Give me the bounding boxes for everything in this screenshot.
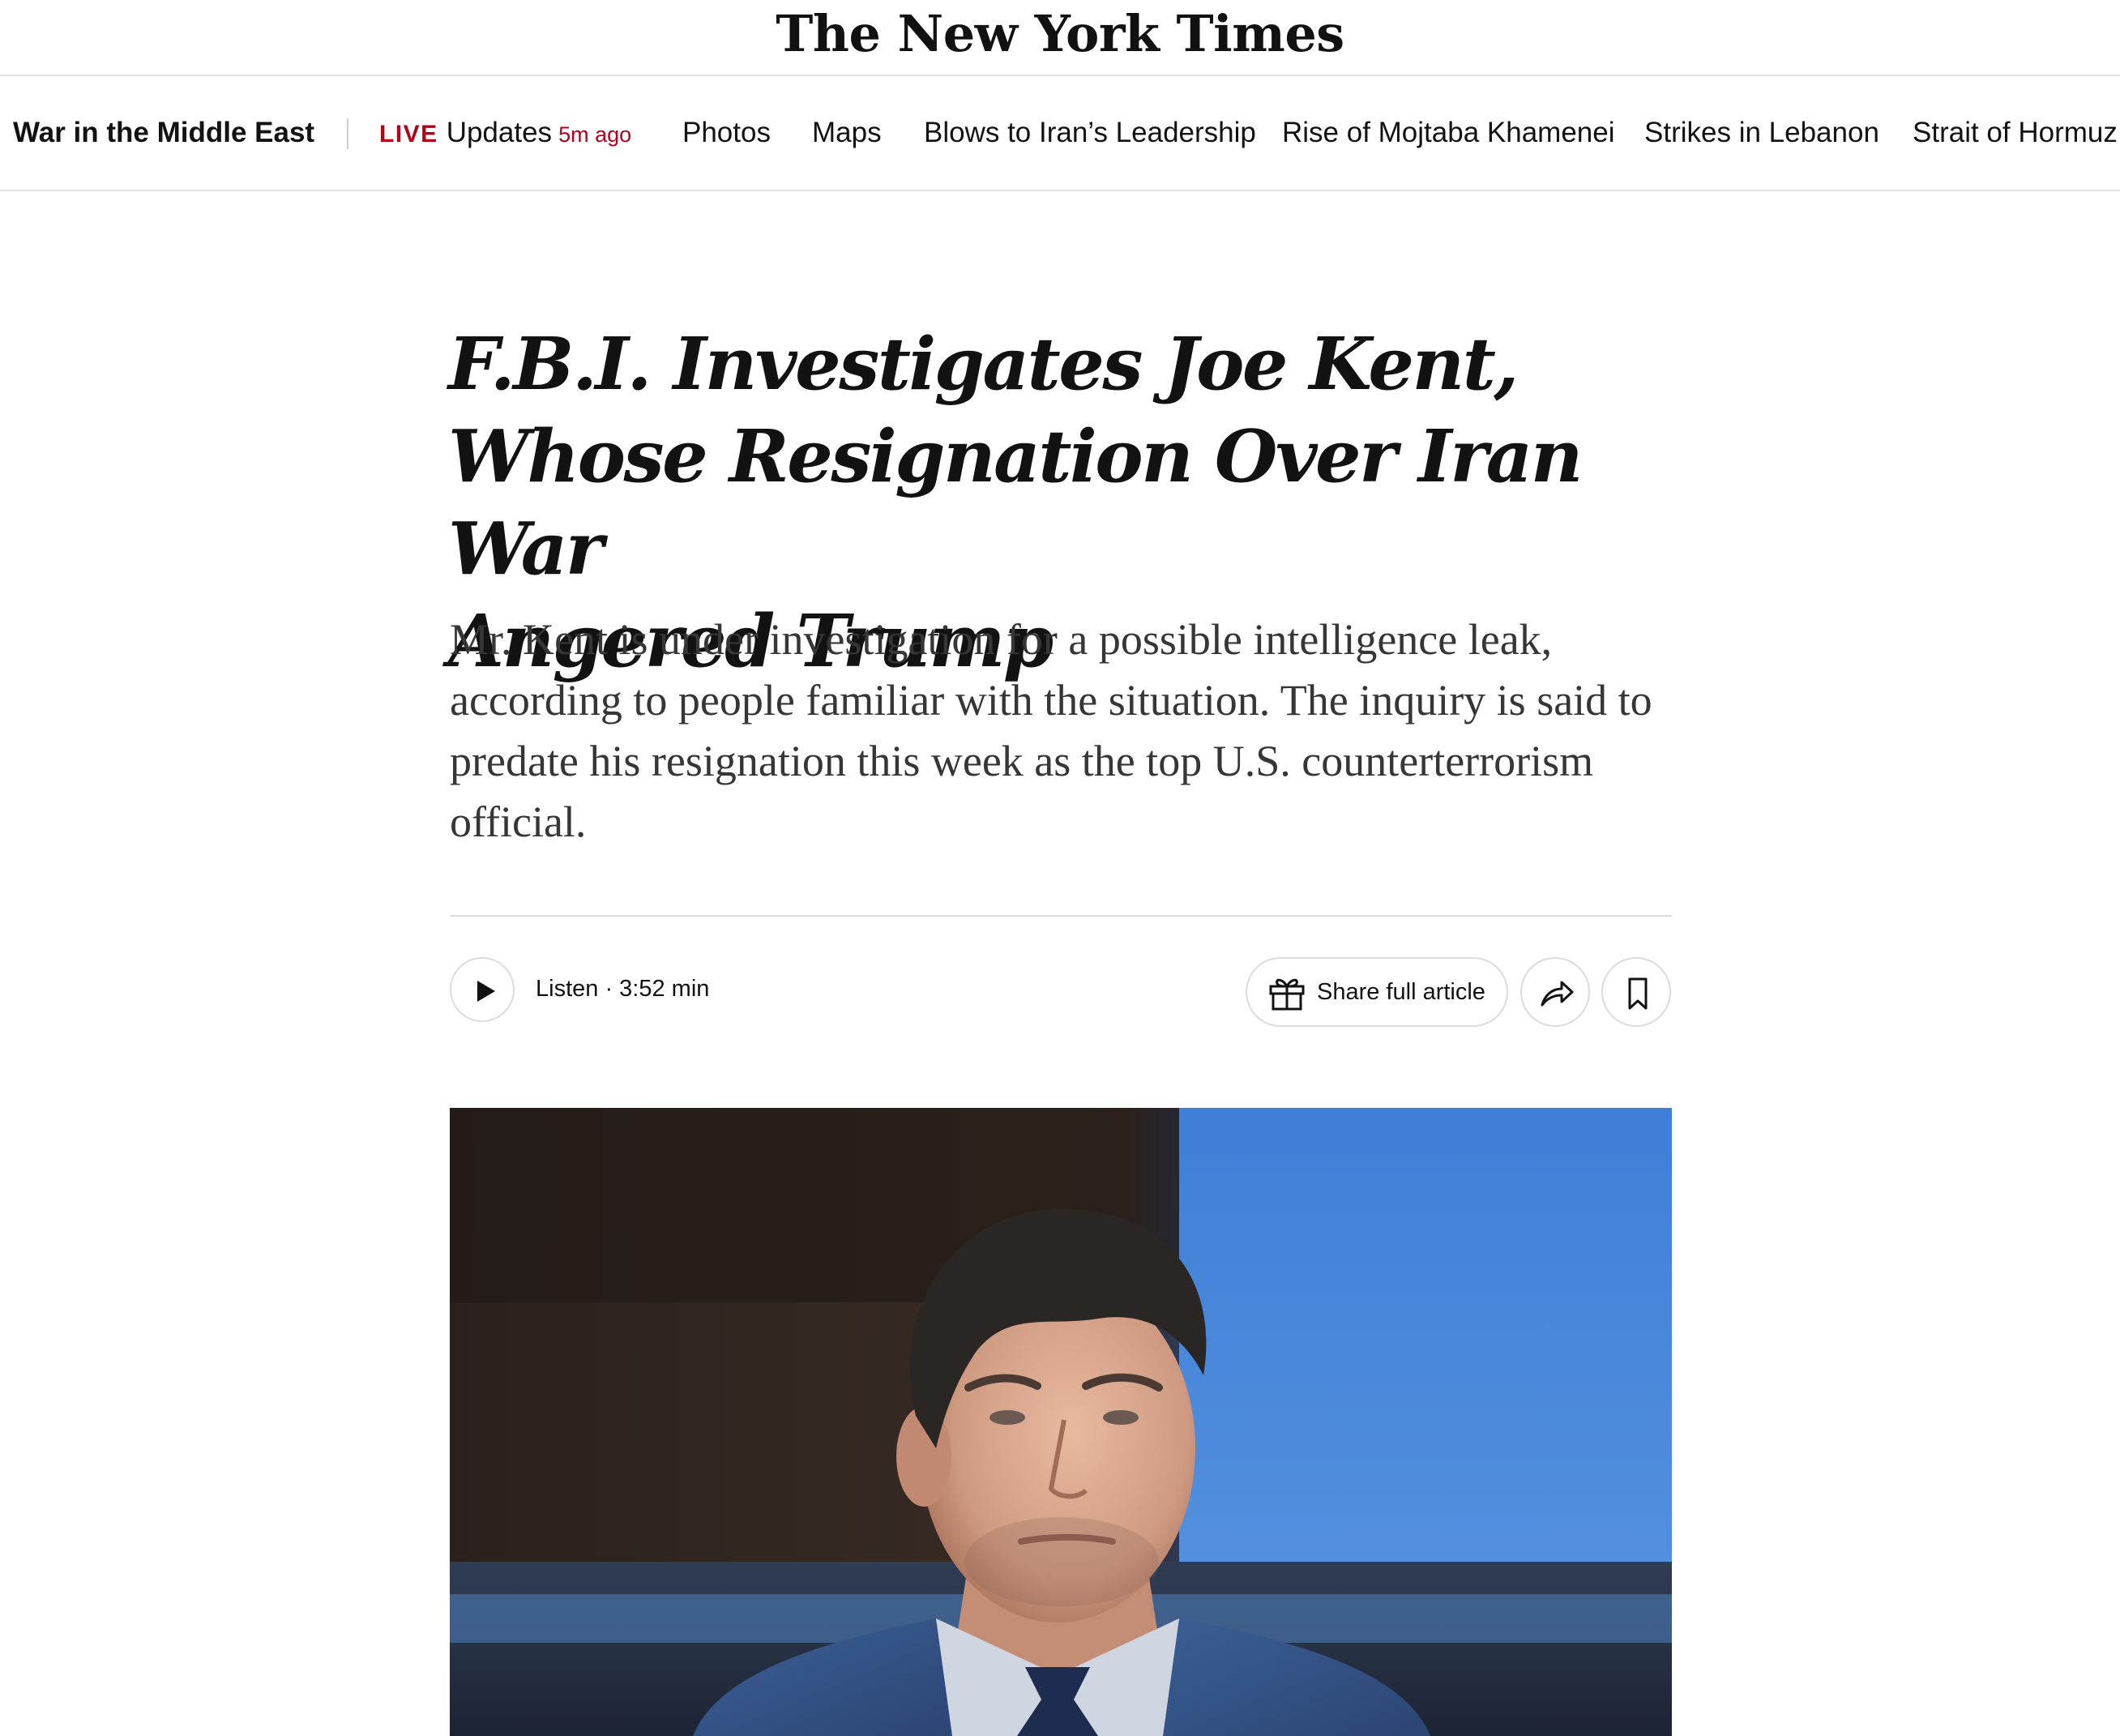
nyt-logo[interactable]: The New York Times — [0, 2, 2120, 66]
play-icon — [477, 981, 495, 1002]
listen-duration[interactable]: Listen · 3:52 min — [536, 968, 709, 1009]
section-title-link[interactable]: War in the Middle East — [13, 76, 314, 190]
share-full-article-label: Share full article — [1317, 979, 1485, 1005]
live-updates-text: Updates — [446, 117, 553, 148]
gift-icon — [1269, 978, 1305, 1011]
masthead: The New York Times — [0, 0, 2120, 76]
headline-line: F.B.I. Investigates Joe Kent, — [448, 321, 1519, 406]
nav-link-irans-leadership[interactable]: Blows to Iran’s Leadership — [924, 76, 1256, 190]
lead-image — [450, 1108, 1672, 1736]
nav-link-maps[interactable]: Maps — [812, 76, 882, 190]
share-button[interactable] — [1520, 957, 1590, 1027]
section-nav: War in the Middle East LIVE Updates 5m ago… — [0, 76, 2120, 191]
article-summary: Mr. Kent is under investigation for a po… — [450, 615, 1652, 846]
nav-divider — [347, 118, 348, 149]
portrait-photo — [450, 1108, 1672, 1736]
share-arrow-icon — [1541, 981, 1574, 1007]
nav-link-photos[interactable]: Photos — [682, 76, 771, 190]
live-updates-link[interactable]: LIVE Updates 5m ago — [379, 76, 631, 190]
listen-play-button[interactable] — [450, 957, 515, 1022]
headline-line: Whose Resignation Over Iran War — [448, 413, 1583, 591]
share-full-article-button[interactable]: Share full article — [1246, 957, 1508, 1027]
live-timestamp: 5m ago — [558, 122, 632, 147]
nav-link-strait-hormuz[interactable]: Strait of Hormuz — [1913, 76, 2118, 190]
save-button[interactable] — [1601, 957, 1671, 1027]
header-divider — [450, 915, 1672, 917]
bookmark-icon — [1628, 977, 1648, 1010]
live-label: LIVE — [379, 121, 438, 148]
nav-link-mojtaba-khamenei[interactable]: Rise of Mojtaba Khamenei — [1282, 76, 1615, 190]
nav-link-strikes-lebanon[interactable]: Strikes in Lebanon — [1644, 76, 1879, 190]
